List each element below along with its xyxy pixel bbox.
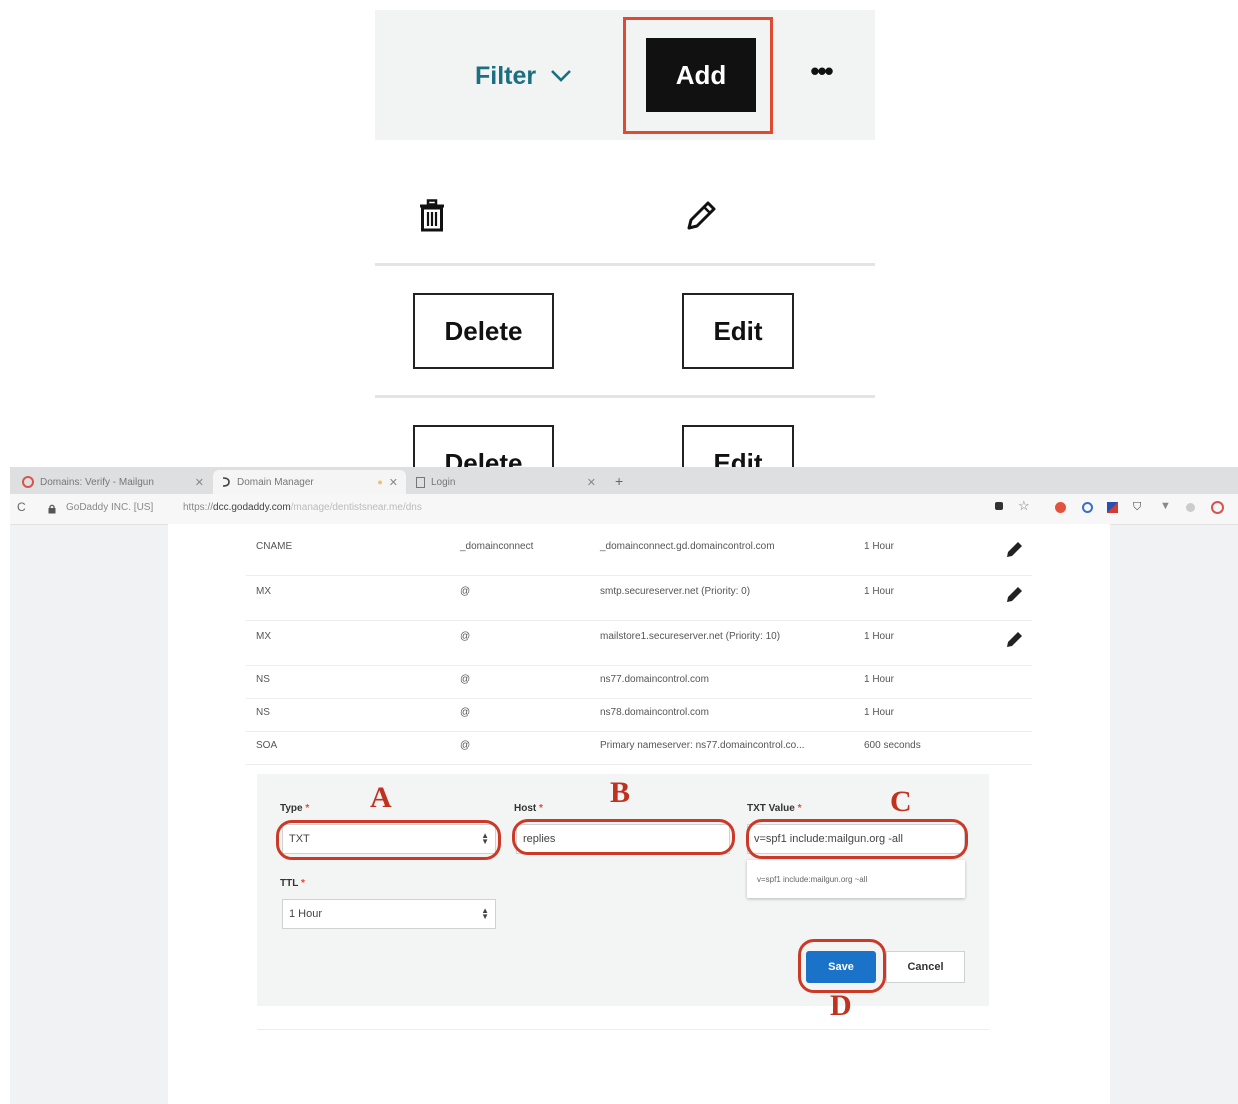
trash-icon (420, 199, 444, 232)
type-label: Type * (280, 803, 310, 814)
table-row: NS @ ns77.domaincontrol.com 1 Hour (246, 665, 1032, 699)
cast-icon[interactable] (995, 502, 1003, 510)
divider (375, 263, 875, 266)
record-type: NS (256, 674, 270, 685)
extension-red-icon[interactable] (1055, 502, 1066, 513)
table-row: CNAME _domainconnect _domainconnect.gd.d… (246, 530, 1032, 576)
record-type: CNAME (256, 541, 293, 552)
record-name: @ (460, 631, 471, 642)
edit-button[interactable]: Edit (682, 293, 794, 369)
record-ttl: 1 Hour (864, 541, 895, 552)
annotation-ring-type (276, 820, 501, 860)
extension-flag-icon[interactable] (1107, 502, 1118, 513)
table-row: MX @ smtp.secureserver.net (Priority: 0)… (246, 575, 1032, 621)
record-value: Primary nameserver: ns77.domaincontrol.c… (600, 740, 805, 751)
filter-label: Filter (475, 61, 537, 90)
marker-a: A (370, 781, 392, 814)
record-value: _domainconnect.gd.domaincontrol.com (600, 541, 775, 552)
divider (257, 1029, 989, 1030)
record-value: smtp.secureserver.net (Priority: 0) (600, 586, 751, 597)
mailgun-favicon-icon (22, 476, 34, 488)
table-row: MX @ mailstore1.secureserver.net (Priori… (246, 620, 1032, 666)
ttl-label: TTL * (280, 878, 305, 889)
tab-title: Domains: Verify - Mailgun (40, 476, 154, 488)
security-label: GoDaddy INC. [US] (66, 502, 154, 513)
txt-value-label: TXT Value * (747, 803, 802, 814)
record-value: mailstore1.secureserver.net (Priority: 1… (600, 631, 781, 642)
record-name: _domainconnect (460, 541, 534, 552)
marker-d: D (830, 989, 852, 1022)
record-type: NS (256, 707, 270, 718)
tab-domain-manager[interactable]: Domain Manager ● ✕ (213, 470, 406, 494)
host-label: Host * (514, 803, 543, 814)
lock-icon (48, 504, 56, 514)
record-ttl: 600 seconds (864, 740, 921, 751)
ttl-select[interactable]: 1 Hour ▲ ▼ (282, 899, 496, 929)
annotation-ring-txt (746, 819, 968, 859)
ttl-value: 1 Hour (289, 908, 323, 920)
close-tab-icon[interactable]: ✕ (587, 476, 596, 489)
add-button[interactable]: Add (646, 38, 756, 112)
select-arrows-icon: ▲ ▼ (481, 906, 489, 921)
audio-icon: ● (377, 477, 383, 487)
extension-blue-icon[interactable] (1082, 502, 1093, 513)
record-ttl: 1 Hour (864, 707, 895, 718)
tab-title: Login (431, 476, 456, 488)
close-tab-icon[interactable]: ✕ (389, 476, 398, 489)
edit-pencil-icon[interactable] (1004, 540, 1024, 560)
table-row: SOA @ Primary nameserver: ns77.domaincon… (246, 731, 1032, 765)
url-path: /manage/dentistsnear.me/dns (290, 502, 422, 513)
url-prefix: https:// (183, 502, 214, 513)
profile-avatar[interactable] (1211, 501, 1224, 514)
shield-icon[interactable]: ⛉ (1133, 501, 1141, 514)
record-type: SOA (256, 740, 278, 751)
annotation-ring-host (512, 819, 735, 855)
divider (375, 395, 875, 398)
autocomplete-suggestion[interactable]: v=spf1 include:mailgun.org ~all (747, 860, 965, 898)
godaddy-favicon-icon (222, 477, 230, 487)
cancel-button[interactable]: Cancel (886, 951, 965, 983)
record-name: @ (460, 707, 471, 718)
page-icon (416, 476, 425, 488)
record-type: MX (256, 631, 271, 642)
record-name: @ (460, 586, 471, 597)
url-field[interactable]: https://dcc.godaddy.com/manage/dentistsn… (183, 502, 422, 513)
record-ttl: 1 Hour (864, 586, 895, 597)
record-type: MX (256, 586, 271, 597)
filter-button[interactable]: Filter (475, 58, 572, 94)
tab-mailgun[interactable]: Domains: Verify - Mailgun ✕ (22, 470, 212, 494)
marker-b: B (610, 776, 631, 809)
edit-pencil-icon[interactable] (1004, 585, 1024, 605)
marker-c: C (890, 785, 912, 818)
address-bar: C GoDaddy INC. [US] https://dcc.godaddy.… (10, 494, 1238, 525)
reload-icon[interactable]: C (17, 500, 26, 514)
edit-pencil-icon[interactable] (1004, 630, 1024, 650)
url-host: dcc.godaddy.com (213, 502, 291, 513)
tab-bar: Domains: Verify - Mailgun ✕ Domain Manag… (10, 467, 1238, 494)
record-value: ns78.domaincontrol.com (600, 707, 709, 718)
star-icon[interactable]: ☆ (1018, 498, 1030, 514)
record-name: @ (460, 674, 471, 685)
record-value: ns77.domaincontrol.com (600, 674, 709, 685)
chevron-down-icon (551, 70, 572, 82)
more-options-button[interactable]: ••• (803, 56, 839, 86)
record-ttl: 1 Hour (864, 631, 895, 642)
new-tab-button[interactable]: + (615, 473, 623, 489)
tab-title: Domain Manager (237, 476, 314, 488)
close-tab-icon[interactable]: ✕ (195, 476, 204, 489)
tab-login[interactable]: Login ✕ (416, 470, 596, 494)
record-ttl: 1 Hour (864, 674, 895, 685)
pencil-icon (687, 201, 716, 230)
annotation-ring-save (798, 939, 886, 993)
delete-button[interactable]: Delete (413, 293, 554, 369)
table-row: NS @ ns78.domaincontrol.com 1 Hour (246, 698, 1032, 732)
filter-extension-icon[interactable]: ▼ (1160, 500, 1171, 512)
record-name: @ (460, 740, 471, 751)
extension-gray-icon[interactable] (1186, 503, 1195, 512)
